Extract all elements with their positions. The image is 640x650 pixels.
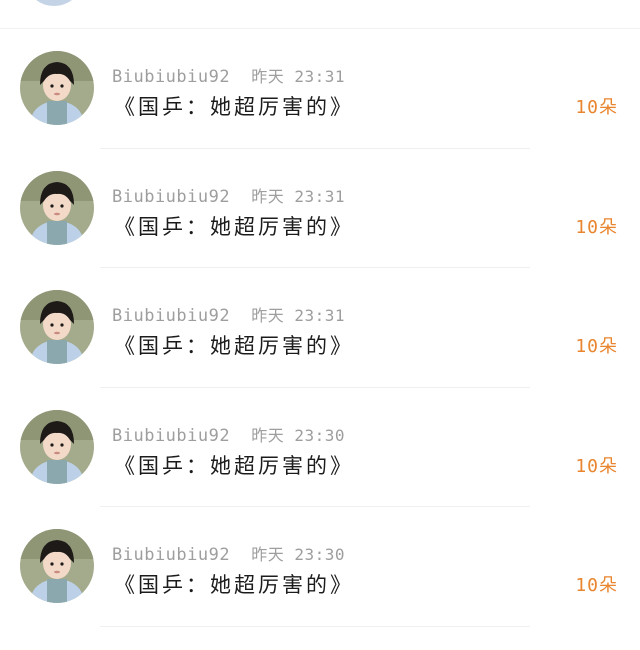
message-row[interactable]: Biubiubiu92 昨天 23:30 《国乒：她超厉害的》 10朵 [0,388,640,508]
flower-count: 10朵 [575,97,618,118]
message-row[interactable]: Biubiubiu92 昨天 23:31 《国乒：她超厉害的》 10朵 [0,149,640,269]
message-text: 《国乒：她超厉害的》 [114,214,354,239]
message-list: Biubiubiu92 昨天 23:31 《国乒：她超厉害的》 10朵 Biub… [0,29,640,627]
flower-count: 10朵 [575,336,618,358]
flower-count: 10朵 [575,455,618,477]
timestamp: 昨天 23:30 [251,425,345,445]
message-text: 《国乒：她超厉害的》 [114,573,354,598]
avatar[interactable] [20,290,94,365]
message-row[interactable]: Biubiubiu92 昨天 23:31 《国乒：她超厉害的》 10朵 [0,268,640,388]
username[interactable]: Biubiubiu92 [112,306,230,326]
flower-count: 10朵 [575,216,618,238]
username[interactable]: Biubiubiu92 [112,545,230,565]
avatar[interactable] [20,409,94,484]
avatar[interactable] [20,529,94,604]
message-row[interactable]: Biubiubiu92 昨天 23:31 《国乒：她超厉害的》 10朵 [0,29,640,149]
username[interactable]: Biubiubiu92 [112,187,230,207]
avatar[interactable] [20,170,94,245]
message-text: 《国乒：她超厉害的》 [114,453,354,478]
timestamp: 昨天 23:30 [251,545,345,565]
username[interactable]: Biubiubiu92 [112,67,230,87]
timestamp: 昨天 23:31 [251,67,345,86]
avatar-partial[interactable] [29,0,79,6]
divider [100,625,530,627]
flower-count: 10朵 [575,575,618,597]
message-text: 《国乒：她超厉害的》 [114,95,354,119]
message-row[interactable]: Biubiubiu92 昨天 23:30 《国乒：她超厉害的》 10朵 [0,507,640,627]
avatar[interactable] [20,51,94,125]
timestamp: 昨天 23:31 [251,306,345,326]
timestamp: 昨天 23:31 [251,186,345,206]
message-text: 《国乒：她超厉害的》 [114,334,354,359]
username[interactable]: Biubiubiu92 [112,426,230,446]
